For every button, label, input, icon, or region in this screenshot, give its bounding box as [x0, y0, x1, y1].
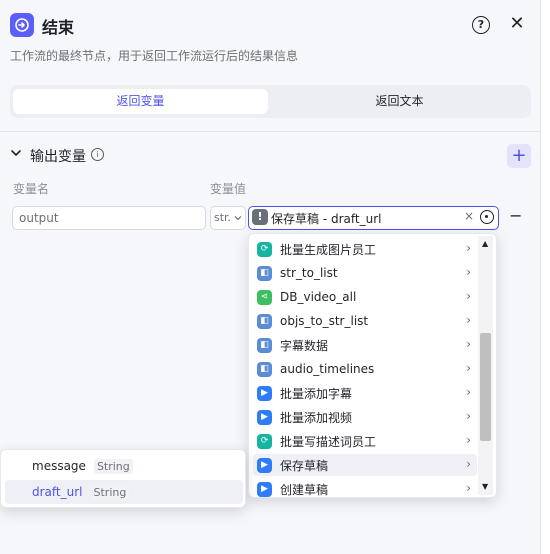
field-type-badge: String	[90, 484, 130, 500]
tab-return-text[interactable]: 返回文本	[272, 89, 527, 114]
loop-icon: ⟳	[257, 241, 272, 257]
dropdown-item[interactable]: ◧ objs_to_str_list ›	[253, 310, 477, 332]
code-icon: ◧	[257, 337, 272, 353]
dropdown-item-label: 批量添加字幕	[280, 386, 353, 401]
scroll-down-icon[interactable]: ▼	[482, 482, 488, 491]
dropdown-item[interactable]: ◧ str_to_list ›	[253, 262, 477, 284]
dropdown-item[interactable]: ⟳ 批量写描述词员工 ›	[253, 430, 477, 452]
dropdown-item-label: audio_timelines	[280, 362, 375, 376]
chevron-right-icon[interactable]: ›	[466, 241, 471, 255]
dropdown-item-label: 保存草稿	[280, 458, 329, 473]
dropdown-item-label: DB_video_all	[280, 290, 357, 304]
chevron-down-icon[interactable]	[10, 147, 22, 159]
dropdown-item[interactable]: ▶ 批量添加视频 ›	[253, 406, 477, 428]
dropdown-item-label: 字幕数据	[280, 338, 329, 353]
chevron-right-icon[interactable]: ›	[466, 457, 471, 471]
output-field-message[interactable]: message String	[5, 454, 243, 478]
variable-type-value: str.	[214, 211, 232, 224]
chevron-right-icon[interactable]: ›	[466, 265, 471, 279]
chevron-right-icon[interactable]: ›	[466, 289, 471, 303]
dropdown-item[interactable]: ◧ audio_timelines ›	[253, 358, 477, 380]
chevron-right-icon[interactable]: ›	[466, 409, 471, 423]
dropdown-item-label: 批量写描述词员工	[280, 434, 377, 449]
dropdown-item[interactable]: ▶ 批量添加字幕 ›	[253, 382, 477, 404]
node-output-fields-popup: message String draft_url String	[0, 449, 246, 508]
plugin-icon: ▶	[257, 385, 272, 401]
dropdown-item[interactable]: ▶ 保存草稿 ›	[253, 454, 477, 476]
field-name: message	[32, 459, 86, 473]
dropdown-item-label: 批量添加视频	[280, 410, 353, 425]
dropdown-item[interactable]: ⋖ DB_video_all ›	[253, 286, 477, 308]
help-icon[interactable]: ?	[472, 16, 490, 34]
variable-value-input[interactable]: ! 保存草稿 - draft_url ×	[248, 206, 499, 230]
dropdown-item[interactable]: ⟳ 批量生成图片员工 ›	[253, 238, 477, 260]
clear-icon[interactable]: ×	[464, 209, 474, 223]
chevron-right-icon[interactable]: ›	[466, 361, 471, 375]
chevron-right-icon[interactable]: ›	[466, 481, 471, 495]
chevron-right-icon[interactable]: ›	[466, 313, 471, 327]
loop-icon: ⟳	[257, 433, 272, 449]
column-label-name: 变量名	[13, 182, 50, 196]
section-divider	[0, 131, 541, 132]
close-icon[interactable]: ✕	[507, 12, 527, 36]
dropdown-item-label: str_to_list	[280, 266, 338, 280]
dropdown-item-label: 创建草稿	[280, 482, 329, 497]
code-icon: ◧	[257, 361, 272, 377]
share-icon: ⋖	[257, 289, 272, 305]
column-label-value: 变量值	[210, 182, 247, 196]
output-field-draft-url[interactable]: draft_url String	[5, 480, 243, 504]
plugin-icon: ▶	[257, 409, 272, 425]
add-variable-button[interactable]: +	[507, 144, 531, 168]
variable-type-select[interactable]: str.	[210, 206, 246, 230]
output-variables-title: 输出变量	[30, 149, 86, 165]
target-icon[interactable]	[480, 210, 494, 224]
dropdown-item[interactable]: ◧ 字幕数据 ›	[253, 334, 477, 356]
code-icon: ◧	[257, 265, 272, 281]
plugin-icon: ▶	[257, 457, 272, 473]
node-description: 工作流的最终节点，用于返回工作流运行后的结果信息	[10, 49, 299, 63]
chevron-right-icon[interactable]: ›	[466, 433, 471, 447]
scrollbar-thumb[interactable]	[480, 333, 491, 441]
dropdown-item-label: objs_to_str_list	[280, 314, 369, 328]
node-title: 结束	[42, 18, 75, 37]
return-mode-tabs: 返回变量 返回文本	[10, 85, 531, 118]
tab-return-variables[interactable]: 返回变量	[13, 89, 268, 114]
plugin-icon: ▶	[257, 481, 272, 497]
dropdown-scrollbar[interactable]: ▲ ▼	[478, 236, 493, 495]
end-node-icon	[10, 13, 34, 37]
variable-name-input[interactable]: output	[12, 206, 206, 230]
reference-icon: !	[252, 209, 268, 225]
info-icon[interactable]: i	[91, 148, 104, 161]
field-type-badge: String	[93, 458, 133, 474]
field-name: draft_url	[32, 485, 83, 499]
dropdown-item[interactable]: ▶ 创建草稿 ›	[253, 478, 477, 497]
variable-value-text: 保存草稿 - draft_url	[271, 212, 382, 226]
chevron-right-icon[interactable]: ›	[466, 337, 471, 351]
variable-source-dropdown: ▲ ▼ ⟳ 批量生成图片员工 › ◧ str_to_list › ⋖ DB_video_all…	[248, 233, 497, 498]
code-icon: ◧	[257, 313, 272, 329]
remove-variable-button[interactable]: −	[509, 206, 522, 225]
chevron-down-icon	[234, 216, 242, 221]
dropdown-item-label: 批量生成图片员工	[280, 242, 377, 257]
chevron-right-icon[interactable]: ›	[466, 385, 471, 399]
scrollbar-edge	[541, 0, 550, 554]
scroll-up-icon[interactable]: ▲	[482, 239, 488, 248]
